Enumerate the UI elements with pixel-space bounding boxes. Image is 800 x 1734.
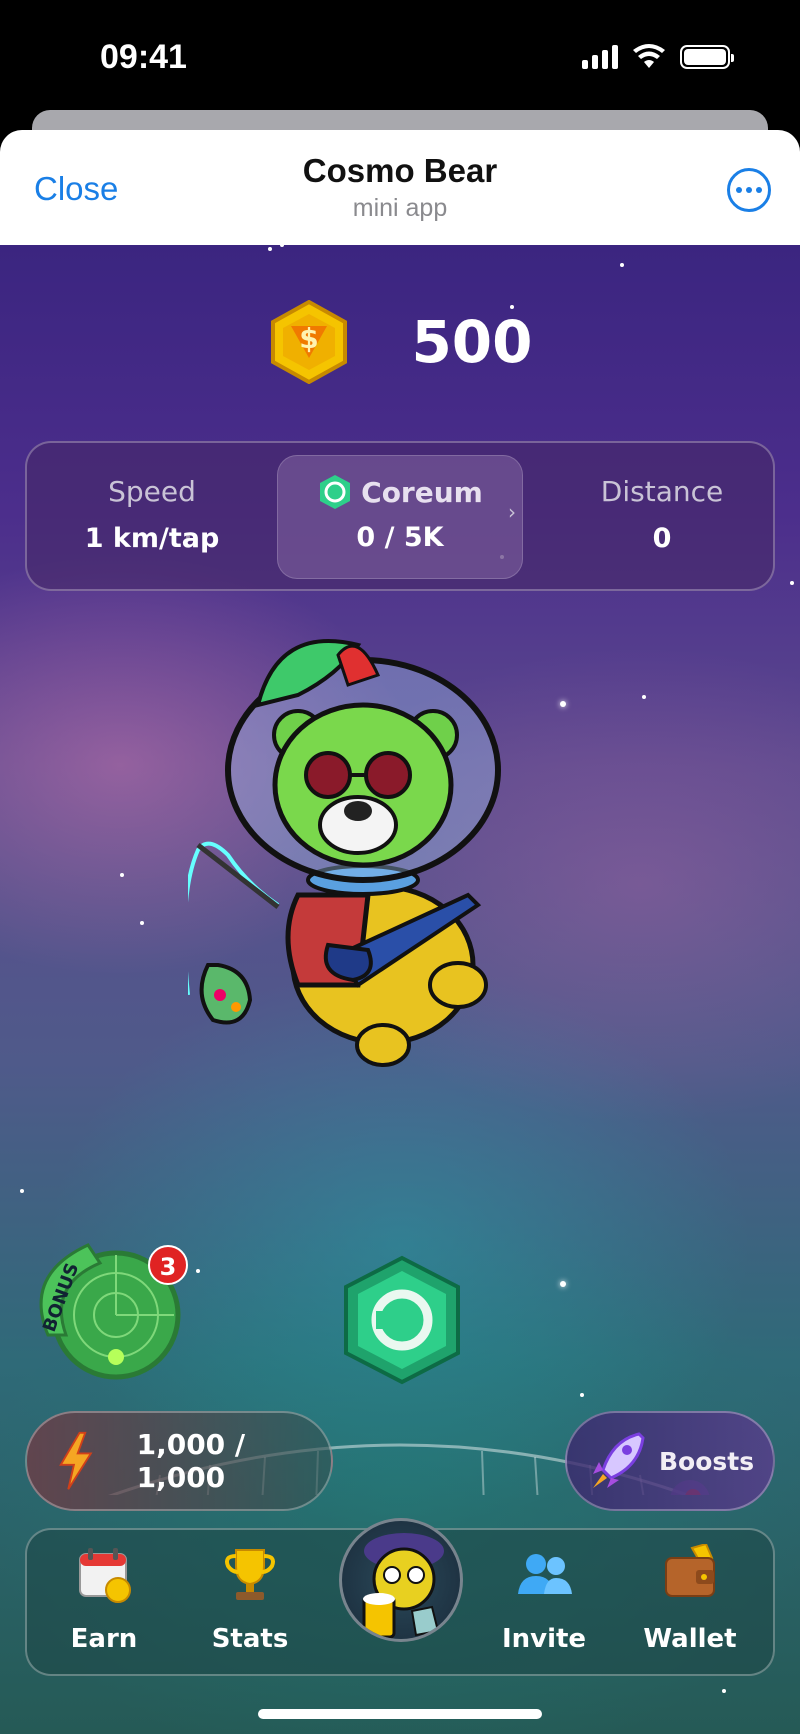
game-area: $ 500 Speed 1 km/tap Coreum 0 / 5K › Dis… bbox=[0, 245, 800, 1734]
distance-stat: Distance 0 bbox=[547, 443, 777, 593]
coreum-value: 0 / 5K bbox=[356, 522, 444, 553]
speed-label: Speed bbox=[108, 475, 196, 508]
nav-label-wallet: Wallet bbox=[643, 1624, 737, 1654]
nav-item-stats[interactable]: Stats bbox=[185, 1544, 315, 1664]
nav-label-invite: Invite bbox=[501, 1624, 587, 1654]
app-subtitle: mini app bbox=[352, 194, 448, 222]
trophy-icon bbox=[225, 1549, 275, 1600]
wallet-icon bbox=[665, 1544, 715, 1597]
speed-value: 1 km/tap bbox=[84, 523, 220, 554]
balance: $ 500 bbox=[0, 300, 800, 384]
status-icons bbox=[582, 44, 734, 70]
mini-app-header: Close Cosmo Bear mini app bbox=[0, 130, 800, 245]
nav-item-wallet[interactable]: Wallet bbox=[625, 1544, 755, 1664]
status-bar: 09:41 bbox=[0, 0, 800, 110]
rocket-icon bbox=[593, 1432, 645, 1488]
home-indicator bbox=[258, 1709, 542, 1719]
bear-avatar-button[interactable] bbox=[339, 1518, 463, 1642]
users-icon bbox=[518, 1554, 572, 1594]
dollar-coin-icon: $ bbox=[271, 300, 348, 384]
boosts-label: Boosts bbox=[659, 1446, 755, 1476]
calendar-icon bbox=[79, 1548, 131, 1603]
distance-value: 0 bbox=[652, 523, 672, 554]
distance-label: Distance bbox=[600, 475, 724, 508]
nav-label-stats: Stats bbox=[211, 1624, 289, 1654]
app-title: Cosmo Bear bbox=[302, 152, 498, 189]
nav-item-invite[interactable]: Invite bbox=[479, 1544, 609, 1664]
balance-value: 500 bbox=[411, 308, 533, 376]
lightning-icon bbox=[59, 1431, 93, 1490]
speed-stat: Speed 1 km/tap bbox=[37, 443, 267, 593]
coreum-icon bbox=[320, 475, 351, 509]
energy-meter: 1,000 / 1,000 bbox=[25, 1411, 333, 1511]
cellular-signal-icon bbox=[582, 45, 618, 69]
wifi-icon bbox=[633, 44, 665, 68]
more-options-icon[interactable] bbox=[727, 168, 771, 212]
nav-item-earn[interactable]: Earn bbox=[39, 1544, 169, 1664]
chevron-right-icon: › bbox=[508, 500, 516, 524]
coreum-tap-button[interactable] bbox=[340, 1255, 464, 1385]
energy-value: 1,000 / 1,000 bbox=[136, 1428, 246, 1494]
boosts-button[interactable]: Boosts bbox=[565, 1411, 775, 1511]
bottom-nav: Earn Stats Invite Wallet bbox=[25, 1518, 775, 1676]
nav-label-earn: Earn bbox=[70, 1624, 138, 1654]
coreum-label: Coreum bbox=[361, 475, 483, 509]
stats-card: Speed 1 km/tap Coreum 0 / 5K › Distance … bbox=[25, 441, 775, 591]
cosmo-bear-character[interactable] bbox=[188, 635, 538, 1085]
coreum-stat-button[interactable]: Coreum 0 / 5K › bbox=[277, 455, 523, 579]
status-time: 09:41 bbox=[100, 38, 187, 76]
bear-avatar-icon bbox=[362, 1533, 444, 1639]
svg-text:$: $ bbox=[300, 322, 319, 355]
battery-icon bbox=[680, 45, 734, 69]
